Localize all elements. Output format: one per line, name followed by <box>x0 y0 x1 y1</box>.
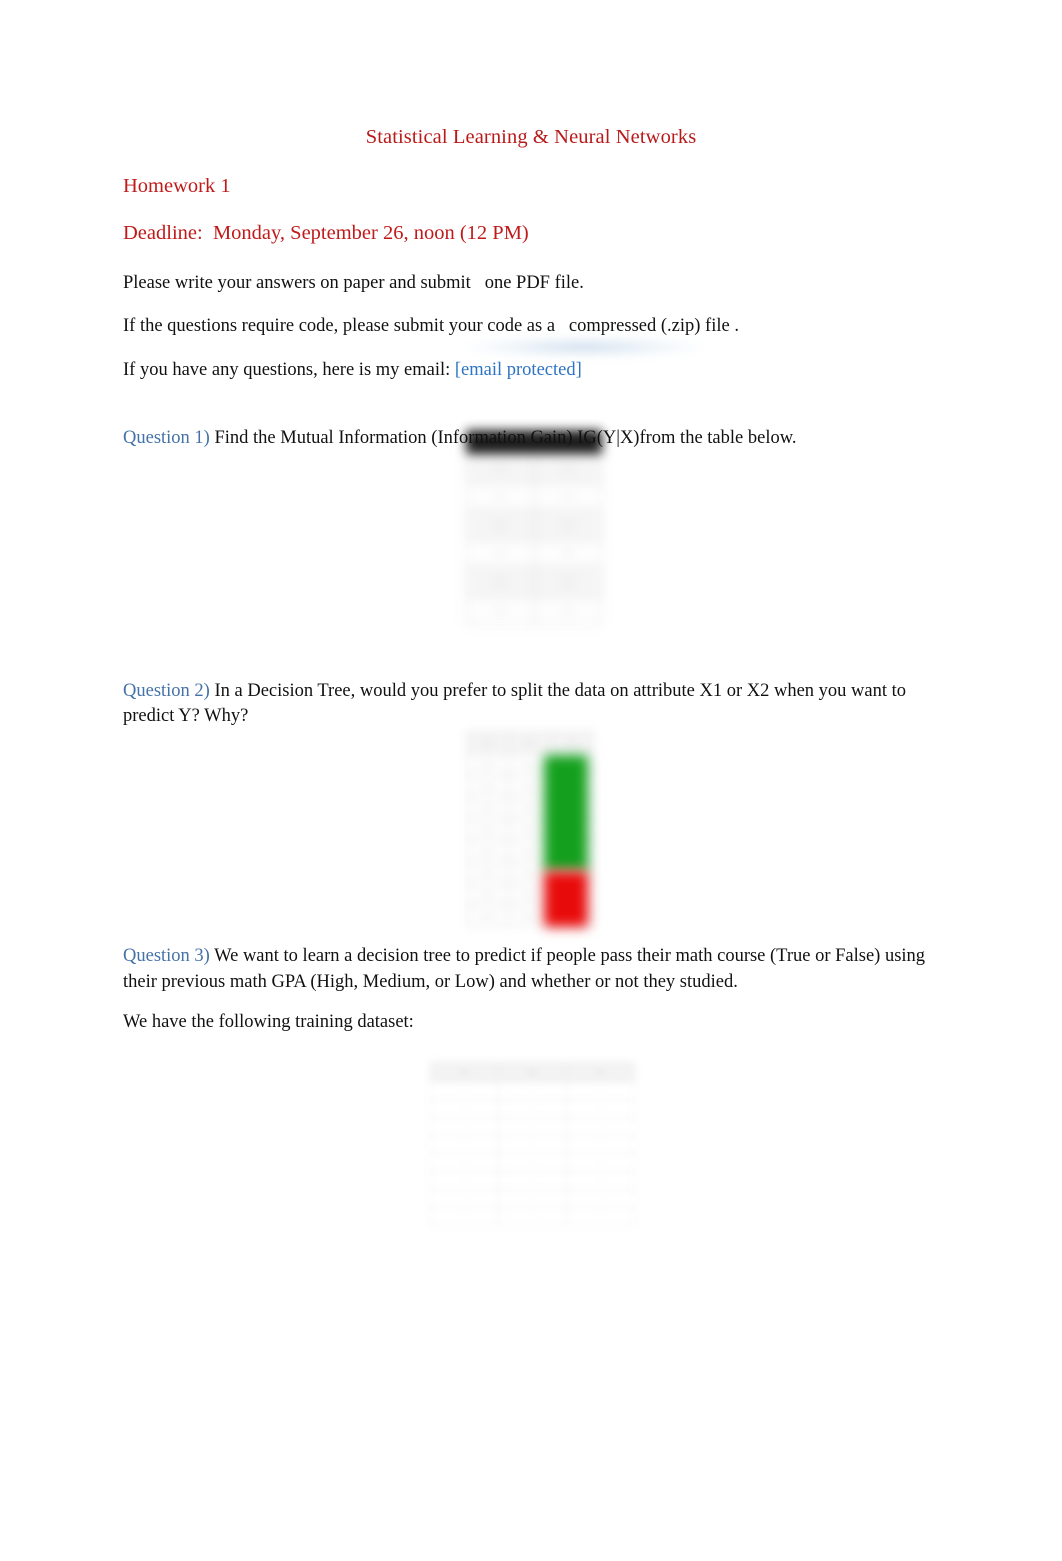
table-cell: · <box>498 1207 567 1226</box>
question-2-label: Question 2) <box>123 681 210 702</box>
table-header-row: — — — <box>430 1062 635 1082</box>
green-highlight-column <box>544 755 588 871</box>
table-row: · · · <box>430 1189 635 1208</box>
table-cell: — <box>533 538 602 568</box>
table-row: · · · <box>430 1153 635 1172</box>
table-header-cell: — <box>430 1062 499 1082</box>
table-cell: · <box>566 1153 635 1172</box>
table-cell: — <box>465 774 510 797</box>
instruction-line-1: Please write your answers on paper and s… <box>123 272 584 293</box>
question-2-table-image: — — — — — — — — — — — — — — — — — — — <box>465 731 595 927</box>
table-cell: · <box>566 1099 635 1118</box>
email-link[interactable]: [email protected] <box>455 360 582 380</box>
table-row: · · · <box>430 1099 635 1118</box>
table-header-row <box>466 430 602 454</box>
training-dataset-intro: We have the following training dataset: <box>123 1011 414 1032</box>
table-cell: · <box>430 1153 499 1172</box>
table-cell: · <box>498 1081 567 1100</box>
question-2-text: In a Decision Tree, would you prefer to … <box>123 681 907 727</box>
training-dataset-table: — — — · · · · · · · · · · · · · · · · · · · · · · · · <box>430 1062 635 1226</box>
deadline-heading: Deadline: Monday, September 26, noon (12… <box>123 222 529 244</box>
table-row: · · · <box>430 1117 635 1136</box>
table-row: · · · <box>430 1081 635 1100</box>
question-1-table-image: — — — — — — — — — — — — <box>466 430 602 640</box>
table-body: · · · · · · · · · · · · · · · · · · · · · · · · <box>430 1081 635 1226</box>
table-cell: · <box>430 1099 499 1118</box>
table-cell: · <box>566 1207 635 1226</box>
table-cell: · <box>566 1081 635 1100</box>
table-row: — — <box>466 453 602 483</box>
table-cell: · <box>566 1135 635 1154</box>
table-cell: · <box>430 1081 499 1100</box>
table-cell: — <box>533 510 602 540</box>
table-header-cell: — <box>498 1062 567 1082</box>
question-3-training-dataset-image: — — — · · · · · · · · · · · · · · · · · · · · · · · · <box>430 1062 635 1226</box>
table-cell: — <box>466 595 535 625</box>
table-cell: — <box>533 453 602 483</box>
table-row: · · · <box>430 1207 635 1226</box>
table-row: — — <box>466 595 602 625</box>
table-header <box>466 430 602 454</box>
table-cell: · <box>566 1117 635 1136</box>
table-cell: · <box>498 1189 567 1208</box>
page-title: Statistical Learning & Neural Networks <box>365 126 697 148</box>
table-cell: — <box>465 839 510 862</box>
table-cell: · <box>498 1153 567 1172</box>
table-cell: · <box>498 1099 567 1118</box>
email-line-prefix: If you have any questions, here is my em… <box>123 359 455 380</box>
table-cell: — <box>465 752 510 776</box>
table-header-cell: — <box>508 731 552 754</box>
table-cell: — <box>465 904 510 927</box>
table-row: · · · <box>430 1135 635 1154</box>
table-header: — — — <box>430 1062 635 1082</box>
table-cell: — <box>533 481 602 511</box>
table-cell: · <box>498 1117 567 1136</box>
table-header-row: — — — <box>465 731 595 754</box>
question-1-table: — — — — — — — — — — — — <box>466 430 602 625</box>
table-row: — — <box>466 567 602 597</box>
table-cell: — <box>466 510 535 540</box>
instruction-line-2: If the questions require code, please su… <box>123 316 739 336</box>
table-cell: · <box>566 1171 635 1190</box>
table-cell: — <box>533 595 602 625</box>
table-cell: · <box>430 1189 499 1208</box>
table-cell: — <box>465 882 510 906</box>
email-redaction-smudge <box>468 336 700 358</box>
table-cell: — <box>466 538 535 568</box>
table-cell: · <box>498 1135 567 1154</box>
table-row: — — <box>466 481 602 511</box>
table-cell: · <box>430 1117 499 1136</box>
table-cell: — <box>466 453 535 483</box>
homework-heading: Homework 1 <box>123 174 231 197</box>
table-cell: · <box>430 1171 499 1190</box>
table-cell: — <box>533 567 602 597</box>
table-header-cell <box>466 430 535 454</box>
table-row: · · · <box>430 1171 635 1190</box>
question-1-label: Question 1) <box>123 428 210 448</box>
table-cell: — <box>465 860 510 884</box>
question-3-label: Question 3) <box>123 946 210 967</box>
table-cell: — <box>466 481 535 511</box>
table-cell: · <box>498 1171 567 1190</box>
table-cell: · <box>430 1207 499 1226</box>
red-highlight-column <box>544 871 588 927</box>
table-cell: — <box>466 567 535 597</box>
table-header-cell: — <box>566 1062 635 1082</box>
table-header-cell <box>533 430 602 454</box>
table-header-cell: — <box>550 731 595 754</box>
table-row: — — <box>466 510 602 540</box>
table-cell: · <box>566 1189 635 1208</box>
question-3-text: We want to learn a decision tree to pred… <box>123 946 926 992</box>
document-page: Statistical Learning & Neural Networks H… <box>0 0 1062 1561</box>
table-body: — — — — — — — — — — — — <box>466 453 602 625</box>
table-cell: · <box>430 1135 499 1154</box>
table-header-cell: — <box>465 731 510 754</box>
table-cell: — <box>465 795 510 819</box>
table-cell: — <box>465 817 510 841</box>
table-row: — — <box>466 538 602 568</box>
